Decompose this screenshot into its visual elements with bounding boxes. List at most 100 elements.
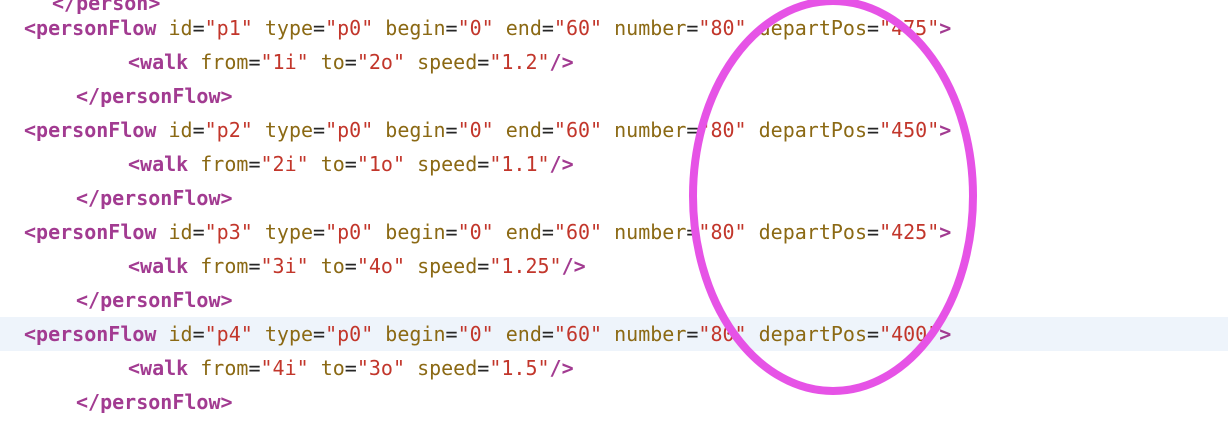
xml-attribute-value: "1.2" [489, 50, 550, 74]
xml-tag-name: </personFlow> [76, 186, 233, 210]
xml-attribute-name: type [264, 16, 314, 40]
xml-attribute-name: id [168, 220, 193, 244]
xml-attribute-name: id [168, 118, 193, 142]
xml-equals-sign: = [248, 254, 261, 278]
xml-equals-sign: = [686, 16, 699, 40]
xml-attribute-value: "400" [879, 322, 940, 346]
code-line[interactable]: <personFlow id="p1" type="p0" begin="0" … [0, 11, 1228, 45]
xml-attribute-name: number [614, 16, 687, 40]
xml-attribute-name: begin [385, 220, 446, 244]
xml-equals-sign: = [477, 50, 490, 74]
xml-tag-close: /> [561, 254, 586, 278]
xml-attribute-value: "425" [879, 220, 940, 244]
code-line[interactable]: <walk from="2i" to="1o" speed="1.1"/> [0, 147, 1228, 181]
xml-attribute-value: "p2" [204, 118, 253, 142]
xml-attribute-value: "p0" [325, 322, 374, 346]
xml-attribute-name: speed [417, 152, 478, 176]
xml-attribute-value: "p3" [204, 220, 253, 244]
code-line[interactable]: </personFlow> [0, 181, 1228, 215]
xml-attribute-name: departPos [758, 220, 868, 244]
code-line-content: <personFlow id="p2" type="p0" begin="0" … [24, 113, 951, 147]
xml-tag-name: </personFlow> [76, 390, 233, 414]
xml-equals-sign: = [541, 118, 554, 142]
xml-attribute-value: "80" [698, 16, 747, 40]
code-line-content: <walk from="1i" to="2o" speed="1.2"/> [128, 45, 574, 79]
xml-attribute-value: "p1" [204, 16, 253, 40]
xml-attribute-name: to [320, 254, 345, 278]
xml-tag-name: <walk [128, 254, 189, 278]
xml-equals-sign: = [192, 118, 205, 142]
xml-tag-close: /> [549, 50, 574, 74]
xml-attribute-name: begin [385, 322, 446, 346]
code-line[interactable]: </personFlow> [0, 79, 1228, 113]
xml-attribute-value: "60" [553, 220, 603, 244]
xml-equals-sign: = [867, 220, 880, 244]
xml-attribute-value: "2i" [260, 152, 309, 176]
xml-attribute-value: "1.25" [489, 254, 562, 278]
xml-equals-sign: = [344, 50, 357, 74]
code-line[interactable]: </personFlow> [0, 385, 1228, 419]
xml-equals-sign: = [344, 356, 357, 380]
code-line[interactable]: <personFlow id="p4" type="p0" begin="0" … [0, 317, 1228, 351]
xml-attribute-name: number [614, 322, 687, 346]
code-line-content: </personFlow> [76, 79, 233, 113]
xml-tag-name: <personFlow [24, 16, 157, 40]
xml-attribute-name: departPos [758, 118, 868, 142]
xml-attribute-value: "3i" [260, 254, 309, 278]
xml-attribute-name: speed [417, 356, 478, 380]
xml-tag-name: <walk [128, 152, 189, 176]
xml-attribute-value: "0" [457, 16, 494, 40]
xml-attribute-name: id [168, 322, 193, 346]
xml-attribute-value: "80" [698, 220, 747, 244]
xml-tag-name: <personFlow [24, 220, 157, 244]
xml-attribute-name: to [320, 356, 345, 380]
xml-attribute-value: "p0" [325, 220, 374, 244]
xml-equals-sign: = [867, 16, 880, 40]
code-line-content: <walk from="2i" to="1o" speed="1.1"/> [128, 147, 574, 181]
xml-attribute-name: type [264, 322, 314, 346]
code-line-content: </personFlow> [76, 283, 233, 317]
xml-attribute-value: "450" [879, 118, 940, 142]
xml-attribute-name: from [200, 254, 249, 278]
xml-equals-sign: = [477, 152, 490, 176]
xml-tag-name: </personFlow> [76, 288, 233, 312]
xml-attribute-name: begin [385, 118, 446, 142]
code-line-content: </personFlow> [76, 181, 233, 215]
xml-equals-sign: = [192, 16, 205, 40]
xml-equals-sign: = [541, 16, 554, 40]
xml-tag-name: </personFlow> [76, 84, 233, 108]
xml-attribute-value: "60" [553, 322, 603, 346]
xml-equals-sign: = [344, 254, 357, 278]
xml-equals-sign: = [313, 220, 326, 244]
xml-attribute-value: "p4" [204, 322, 253, 346]
xml-equals-sign: = [192, 220, 205, 244]
code-line[interactable]: <walk from="1i" to="2o" speed="1.2"/> [0, 45, 1228, 79]
xml-attribute-value: "1o" [356, 152, 406, 176]
xml-equals-sign: = [445, 220, 458, 244]
xml-tag-close: > [939, 118, 952, 142]
xml-attribute-value: "60" [553, 118, 603, 142]
xml-attribute-name: from [200, 356, 249, 380]
xml-equals-sign: = [192, 322, 205, 346]
xml-equals-sign: = [477, 254, 490, 278]
xml-equals-sign: = [445, 322, 458, 346]
code-line[interactable]: <personFlow id="p3" type="p0" begin="0" … [0, 215, 1228, 249]
xml-attribute-value: "1.5" [489, 356, 550, 380]
xml-equals-sign: = [248, 356, 261, 380]
code-line-content: </personFlow> [76, 385, 233, 419]
code-line[interactable]: </personFlow> [0, 283, 1228, 317]
xml-attribute-value: "80" [698, 322, 747, 346]
code-line[interactable]: <walk from="3i" to="4o" speed="1.25"/> [0, 249, 1228, 283]
xml-equals-sign: = [344, 152, 357, 176]
xml-attribute-value: "475" [879, 16, 940, 40]
code-editor[interactable]: </person> <personFlow id="p1" type="p0" … [0, 0, 1228, 424]
xml-attribute-name: end [505, 220, 542, 244]
xml-attribute-name: begin [385, 16, 446, 40]
xml-equals-sign: = [686, 118, 699, 142]
xml-equals-sign: = [313, 322, 326, 346]
xml-attribute-value: "3o" [356, 356, 406, 380]
code-line[interactable]: <personFlow id="p2" type="p0" begin="0" … [0, 113, 1228, 147]
xml-attribute-value: "4i" [260, 356, 309, 380]
code-line[interactable]: <walk from="4i" to="3o" speed="1.5"/> [0, 351, 1228, 385]
xml-equals-sign: = [248, 152, 261, 176]
